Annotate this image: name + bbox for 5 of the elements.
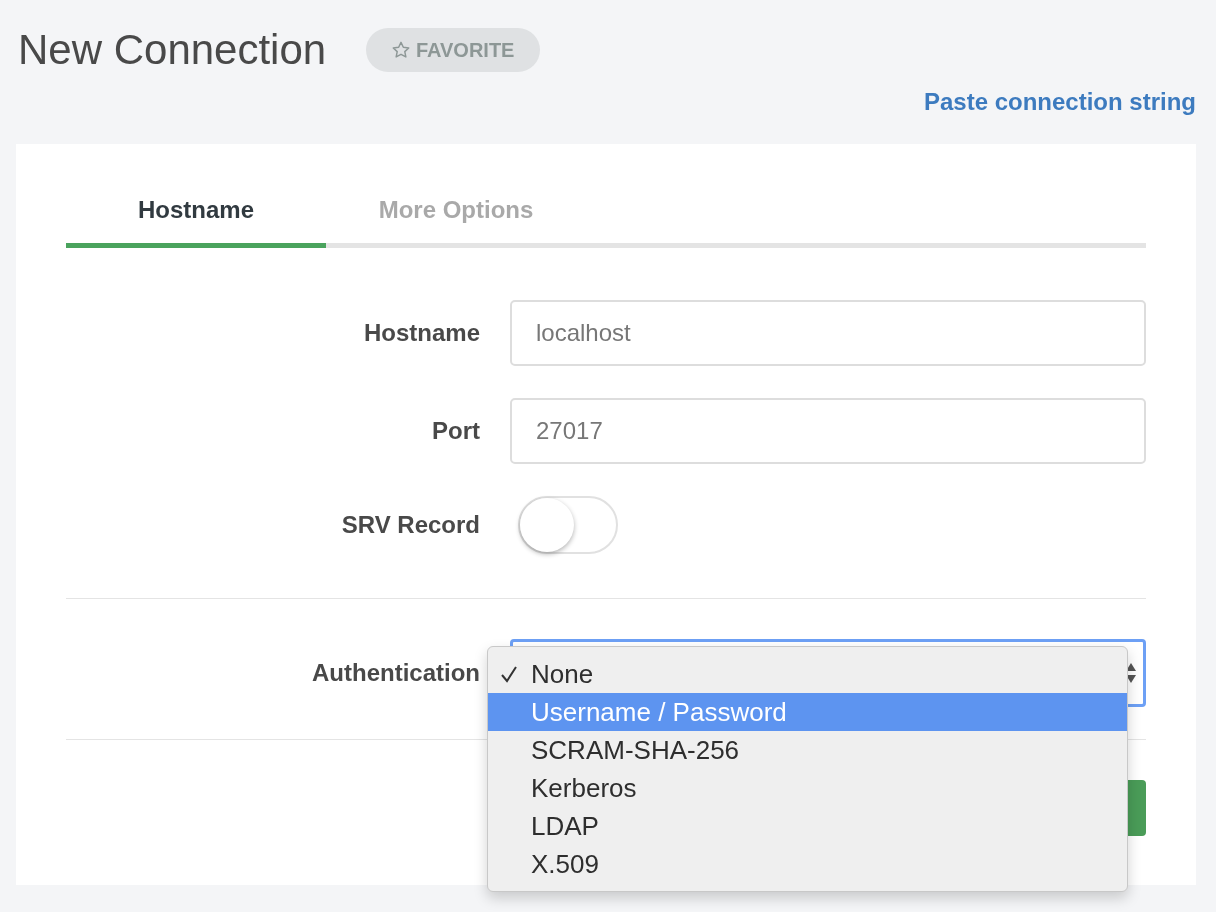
field-label: Hostname [362,319,480,347]
page-title: New Connection [18,26,327,74]
field-label: Authentication [311,659,480,687]
field-label: Port [431,417,480,445]
field-label: SRV Record [340,511,480,539]
